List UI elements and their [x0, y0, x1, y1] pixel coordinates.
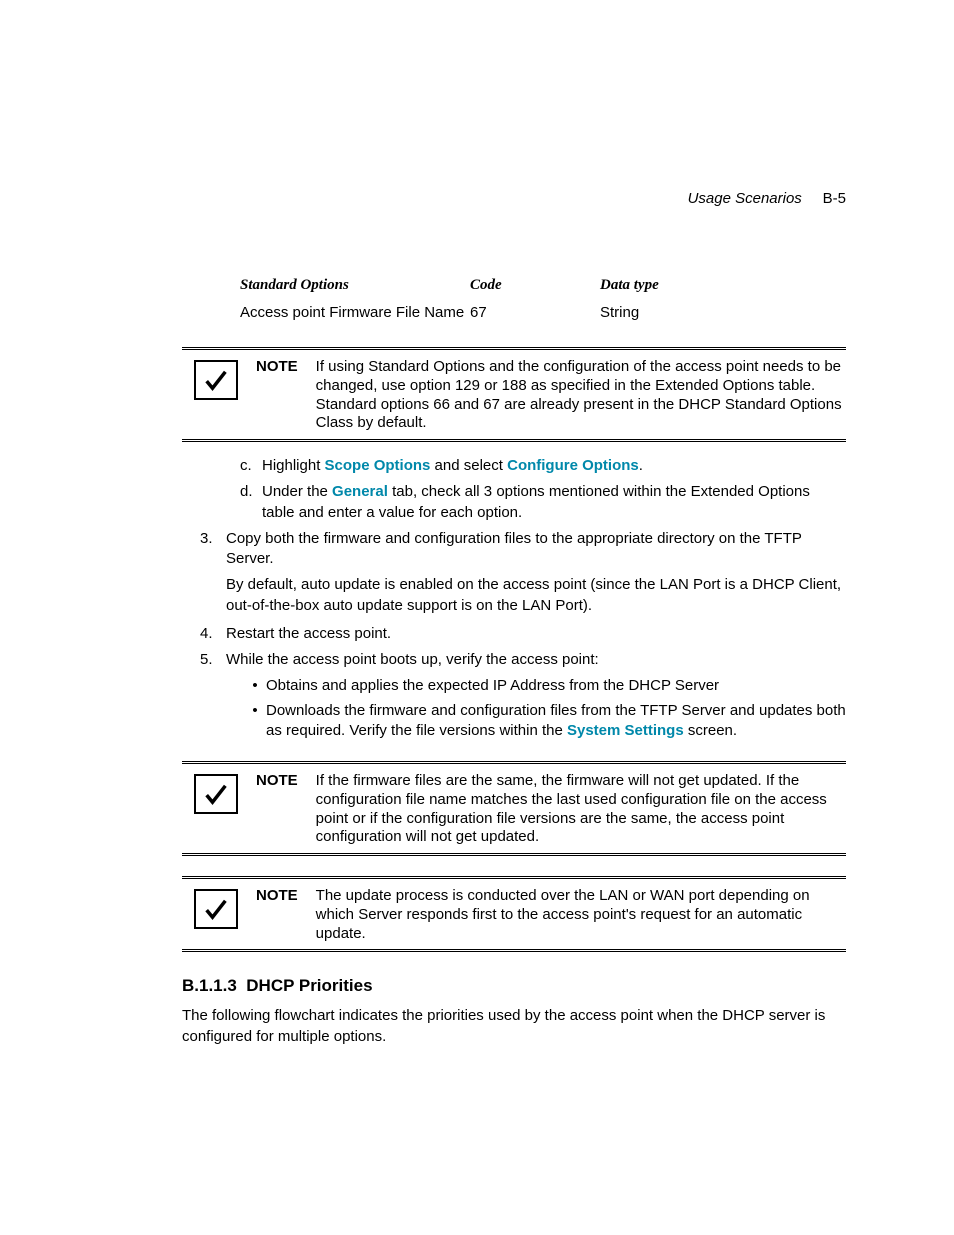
- list-item: • Obtains and applies the expected IP Ad…: [244, 676, 846, 696]
- table-header-cell: Standard Options: [240, 277, 470, 304]
- checkmark-icon: [194, 889, 238, 929]
- options-table: Standard Options Code Data type Access p…: [240, 277, 780, 327]
- list-marker: c.: [240, 456, 262, 476]
- list-item: d. Under the General tab, check all 3 op…: [240, 482, 846, 523]
- list-text: Highlight Scope Options and select Confi…: [262, 456, 643, 476]
- list-marker: 3.: [200, 529, 226, 570]
- ui-term: Configure Options: [507, 457, 639, 474]
- table-header-cell: Data type: [600, 277, 780, 304]
- table-cell: 67: [470, 304, 600, 327]
- ui-term: Scope Options: [325, 457, 431, 474]
- bullet-marker: •: [244, 676, 266, 696]
- note-label: NOTE: [256, 772, 298, 789]
- section-title: DHCP Priorities: [246, 976, 372, 995]
- ui-term: General: [332, 483, 388, 500]
- body-paragraph: The following flowchart indicates the pr…: [182, 1006, 846, 1047]
- page-header: Usage Scenarios B-5: [182, 190, 846, 207]
- sub-paragraph: By default, auto update is enabled on th…: [226, 575, 846, 616]
- note-block: NOTE If using Standard Options and the c…: [182, 347, 846, 442]
- list-marker: 5.: [200, 650, 226, 670]
- list-text: Downloads the firmware and configuration…: [266, 701, 846, 742]
- list-text: Copy both the firmware and configuration…: [226, 529, 846, 570]
- note-text: If the firmware files are the same, the …: [316, 772, 846, 847]
- header-page-number: B-5: [823, 190, 846, 207]
- numbered-list: 3. Copy both the firmware and configurat…: [182, 529, 846, 671]
- table-header-cell: Code: [470, 277, 600, 304]
- header-section: Usage Scenarios: [688, 190, 802, 207]
- table-row: Access point Firmware File Name 67 Strin…: [240, 304, 780, 327]
- list-item: 5. While the access point boots up, veri…: [200, 650, 846, 670]
- list-text: Under the General tab, check all 3 optio…: [262, 482, 846, 523]
- table-cell: String: [600, 304, 780, 327]
- table-header-row: Standard Options Code Data type: [240, 277, 780, 304]
- list-item: • Downloads the firmware and configurati…: [244, 701, 846, 742]
- note-label: NOTE: [256, 358, 298, 375]
- list-text: Obtains and applies the expected IP Addr…: [266, 676, 719, 696]
- list-text: Restart the access point.: [226, 624, 391, 644]
- ui-term: System Settings: [567, 722, 684, 739]
- note-label: NOTE: [256, 887, 298, 904]
- note-text: If using Standard Options and the config…: [316, 358, 846, 433]
- checkmark-icon: [194, 360, 238, 400]
- list-marker: d.: [240, 482, 262, 523]
- section-heading: B.1.1.3 DHCP Priorities: [182, 976, 846, 996]
- list-item: 3. Copy both the firmware and configurat…: [200, 529, 846, 570]
- note-block: NOTE The update process is conducted ove…: [182, 876, 846, 952]
- bullet-list: • Obtains and applies the expected IP Ad…: [182, 676, 846, 741]
- page-content: Usage Scenarios B-5 Standard Options Cod…: [0, 0, 954, 1047]
- list-text: While the access point boots up, verify …: [226, 650, 599, 670]
- checkmark-icon: [194, 774, 238, 814]
- section-number: B.1.1.3: [182, 976, 237, 995]
- list-item: 4. Restart the access point.: [200, 624, 846, 644]
- bullet-marker: •: [244, 701, 266, 742]
- letter-list: c. Highlight Scope Options and select Co…: [182, 456, 846, 523]
- list-marker: 4.: [200, 624, 226, 644]
- list-item: c. Highlight Scope Options and select Co…: [240, 456, 846, 476]
- table-cell: Access point Firmware File Name: [240, 304, 470, 327]
- note-block: NOTE If the firmware files are the same,…: [182, 761, 846, 856]
- note-text: The update process is conducted over the…: [316, 887, 846, 943]
